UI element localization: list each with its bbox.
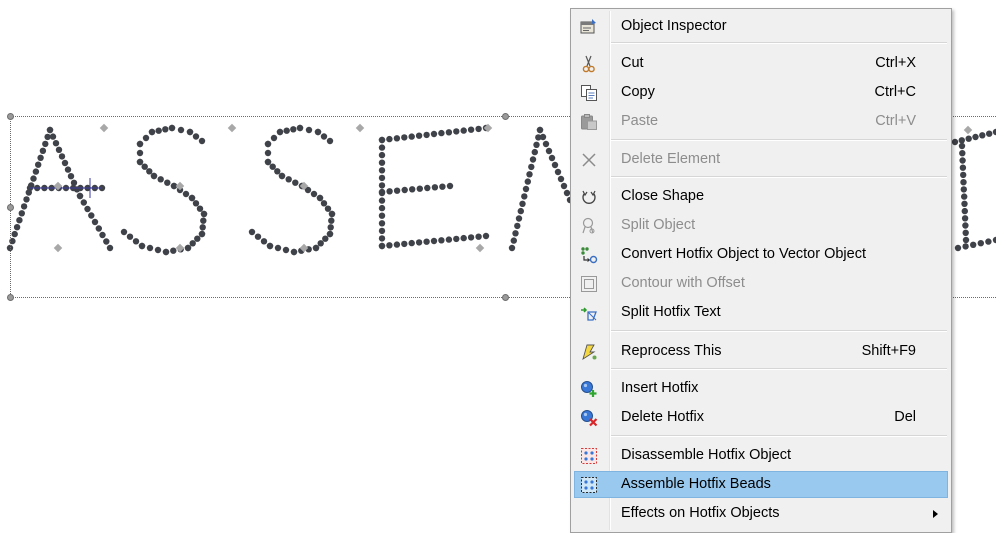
x-icon — [582, 153, 596, 167]
delete-hotfix-icon — [581, 410, 598, 427]
context-menu: Object Inspector Cut Ctrl+X Copy Ctrl+C — [570, 8, 952, 533]
menu-item-copy[interactable]: Copy Ctrl+C — [574, 79, 948, 106]
menu-item-label: Paste — [621, 113, 659, 129]
menu-item-label: Copy — [621, 84, 655, 100]
menu-item-label: Split Object — [621, 217, 696, 233]
menu-item-label: Reprocess This — [621, 343, 722, 359]
menu-item-assemble-hotfix-beads[interactable]: Assemble Hotfix Beads — [574, 471, 948, 498]
menu-item-cut[interactable]: Cut Ctrl+X — [574, 50, 948, 77]
menu-item-label: Split Hotfix Text — [621, 304, 721, 320]
copy-icon — [581, 85, 597, 101]
menu-item-object-inspector[interactable]: Object Inspector — [574, 13, 948, 40]
menu-item-contour-with-offset[interactable]: Contour with Offset — [574, 270, 948, 297]
menu-item-effects-on-hotfix-objects[interactable]: Effects on Hotfix Objects — [574, 500, 948, 527]
menu-item-label: Close Shape — [621, 188, 705, 204]
menu-item-label: Object Inspector — [621, 18, 727, 34]
menu-item-label: Insert Hotfix — [621, 380, 699, 396]
menu-item-label: Effects on Hotfix Objects — [621, 505, 780, 521]
menu-item-label: Contour with Offset — [621, 275, 745, 291]
resize-handle-middle-left[interactable] — [7, 204, 14, 211]
menu-item-shortcut: Ctrl+V — [875, 113, 916, 129]
menu-item-convert-to-vector[interactable]: Convert Hotfix Object to Vector Object — [574, 241, 948, 268]
menu-item-shortcut: Ctrl+X — [875, 55, 916, 71]
reprocess-icon — [582, 344, 597, 361]
menu-item-label: Assemble Hotfix Beads — [621, 476, 771, 492]
close-shape-icon — [582, 190, 596, 204]
resize-handle-top-left[interactable] — [7, 113, 14, 120]
menu-item-label: Delete Element — [621, 151, 721, 167]
menu-item-label: Convert Hotfix Object to Vector Object — [621, 246, 866, 262]
assemble-icon — [581, 477, 597, 493]
split-text-icon — [581, 307, 597, 321]
menu-item-disassemble-hotfix-object[interactable]: Disassemble Hotfix Object — [574, 442, 948, 469]
menu-separator — [611, 176, 947, 178]
menu-separator — [611, 368, 947, 370]
menu-item-label: Delete Hotfix — [621, 409, 705, 425]
menu-item-split-hotfix-text[interactable]: Split Hotfix Text — [574, 299, 948, 326]
menu-item-split-object[interactable]: Split Object — [574, 212, 948, 239]
menu-item-shortcut: Ctrl+C — [874, 84, 917, 100]
menu-item-label: Disassemble Hotfix Object — [621, 447, 792, 463]
resize-handle-bottom-left[interactable] — [7, 294, 14, 301]
split-object-icon — [582, 217, 595, 234]
menu-item-shortcut: Shift+F9 — [861, 343, 916, 359]
contour-icon — [581, 276, 597, 292]
resize-handle-bottom-middle[interactable] — [502, 294, 509, 301]
menu-separator — [611, 139, 947, 141]
convert-vector-icon — [581, 247, 598, 264]
disassemble-icon — [581, 448, 597, 464]
resize-handle-top-middle[interactable] — [502, 113, 509, 120]
menu-item-delete-hotfix[interactable]: Delete Hotfix Del — [574, 404, 948, 431]
insert-hotfix-icon — [581, 381, 597, 397]
menu-item-label: Cut — [621, 55, 644, 71]
menu-separator — [611, 435, 947, 437]
paste-icon — [581, 114, 597, 130]
menu-item-close-shape[interactable]: Close Shape — [574, 183, 948, 210]
menu-item-reprocess-this[interactable]: Reprocess This Shift+F9 — [574, 338, 948, 365]
menu-separator — [611, 42, 947, 44]
menu-item-delete-element[interactable]: Delete Element — [574, 146, 948, 173]
menu-item-paste[interactable]: Paste Ctrl+V — [574, 108, 948, 135]
menu-item-insert-hotfix[interactable]: Insert Hotfix — [574, 375, 948, 402]
submenu-arrow-icon — [933, 510, 938, 518]
menu-separator — [611, 330, 947, 332]
menu-item-shortcut: Del — [894, 409, 916, 425]
scissors-icon — [582, 55, 595, 73]
object-inspector-icon — [580, 19, 596, 34]
